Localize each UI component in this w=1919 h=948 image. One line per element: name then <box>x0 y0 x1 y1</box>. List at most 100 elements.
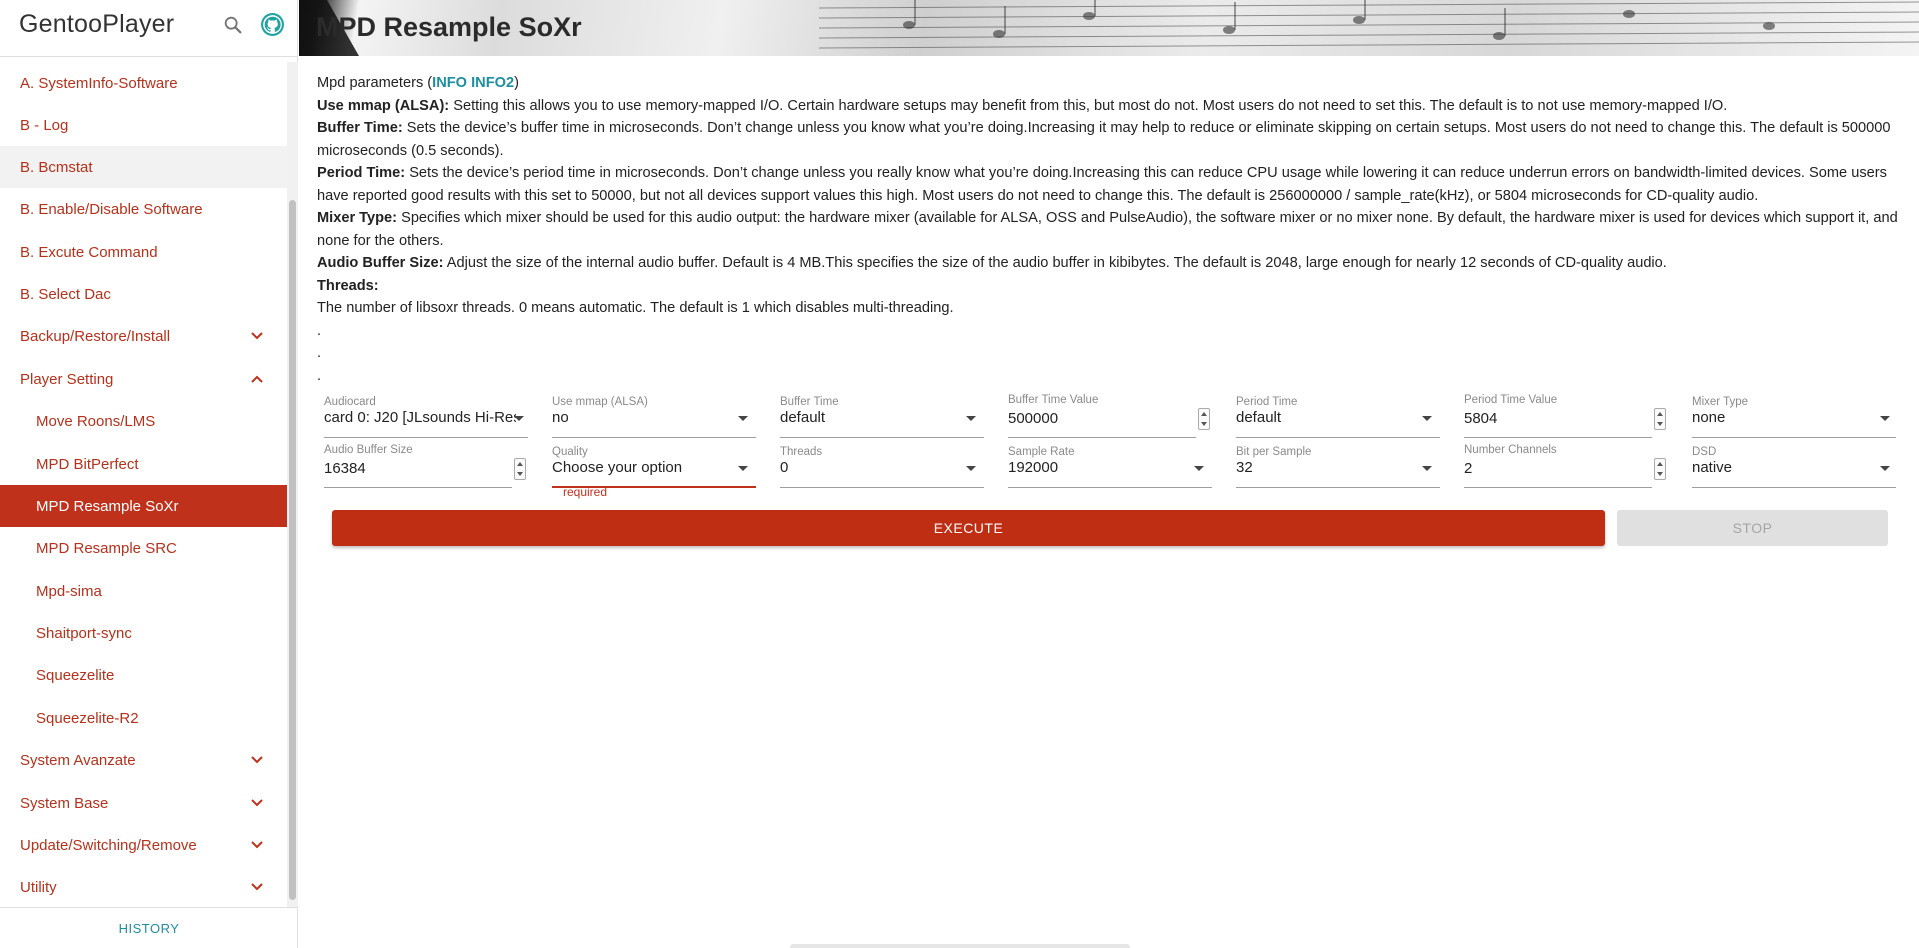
sidebar-item-label: B. Enable/Disable Software <box>20 200 203 218</box>
threads-select[interactable]: Threads 0 <box>780 446 984 488</box>
field-label: Number Channels <box>1464 444 1557 456</box>
divider <box>0 56 298 57</box>
sidebar-item-label: B. Excute Command <box>20 243 158 261</box>
mmap-description: Use mmap (ALSA): Setting this allows you… <box>317 95 1907 118</box>
sidebar-item-excute-command[interactable]: B. Excute Command <box>0 231 287 273</box>
params-prefix: Mpd parameters ( <box>317 75 433 91</box>
sidebar-item-backup-restore-install[interactable]: Backup/Restore/Install <box>0 315 287 357</box>
sidebar-item-mpd-bitperfect[interactable]: MPD BitPerfect <box>0 443 287 485</box>
field-label: Period Time <box>1236 396 1298 408</box>
field-label: Audiocard <box>324 396 376 408</box>
field-value: native <box>1692 459 1733 476</box>
field-underline <box>1464 487 1652 488</box>
execute-button[interactable]: EXECUTE <box>332 510 1605 546</box>
github-icon[interactable] <box>260 12 285 37</box>
history-button[interactable]: HISTORY <box>0 908 298 948</box>
sidebar-item-systeminfo[interactable]: A. SystemInfo-Software <box>0 62 287 104</box>
sidebar-item-squeezelite[interactable]: Squeezelite <box>0 654 287 696</box>
field-label: Buffer Time Value <box>1008 394 1099 406</box>
quality-select[interactable]: Quality Choose your option <box>552 446 756 488</box>
app-title: GentooPlayer <box>19 10 175 38</box>
sidebar-item-label: Player Setting <box>20 370 114 388</box>
search-icon[interactable] <box>222 14 244 36</box>
field-value: 192000 <box>1008 459 1059 476</box>
field-underline <box>780 487 984 488</box>
field-value: 0 <box>780 459 789 476</box>
sidebar-item-player-setting[interactable]: Player Setting <box>0 358 287 400</box>
sidebar-item-mpd-resample-soxr[interactable]: MPD Resample SoXr <box>0 485 287 527</box>
field-value: none <box>1692 409 1726 426</box>
sidebar: GentooPlayer A. SystemInfo-Software B - … <box>0 0 298 948</box>
spacer-dot: . <box>317 367 322 384</box>
info-link[interactable]: INFO <box>432 75 467 91</box>
info2-link[interactable]: INFO2 <box>471 75 514 91</box>
number-stepper[interactable] <box>514 458 526 480</box>
stop-button[interactable]: STOP <box>1617 510 1888 546</box>
dropdown-caret-icon <box>738 416 748 421</box>
sidebar-item-system-base[interactable]: System Base <box>0 782 287 824</box>
sidebar-item-log[interactable]: B - Log <box>0 104 287 146</box>
buffer-label: Buffer Time: <box>317 120 403 136</box>
number-stepper[interactable] <box>1654 408 1666 430</box>
audiocard-select[interactable]: Audiocard card 0: J20 [JLsounds Hi-Res A… <box>324 396 528 438</box>
sidebar-item-label: B. Bcmstat <box>20 158 93 176</box>
sidebar-item-mpd-resample-src[interactable]: MPD Resample SRC <box>0 527 287 569</box>
page-title: MPD Resample SoXr <box>316 12 582 42</box>
sidebar-item-bcmstat[interactable]: B. Bcmstat <box>0 146 287 188</box>
sidebar-item-move-roons-lms[interactable]: Move Roons/LMS <box>0 400 287 442</box>
field-label: DSD <box>1692 446 1717 458</box>
sidebar-item-select-dac[interactable]: B. Select Dac <box>0 273 287 315</box>
chevron-down-icon <box>251 756 263 764</box>
audio-buffer-size-input[interactable]: Audio Buffer Size 16384 <box>324 444 528 488</box>
sample-rate-select[interactable]: Sample Rate 192000 <box>1008 446 1212 488</box>
dropdown-caret-icon <box>1880 416 1890 421</box>
field-value: Choose your option <box>552 459 683 476</box>
buffer-time-select[interactable]: Buffer Time default <box>780 396 984 438</box>
sidebar-item-label: MPD BitPerfect <box>36 455 139 473</box>
audiobuf-label: Audio Buffer Size: <box>317 255 444 271</box>
mixer-type-select[interactable]: Mixer Type none <box>1692 396 1896 438</box>
audiobuf-description: Audio Buffer Size: Adjust the size of th… <box>317 252 1907 275</box>
bit-per-sample-select[interactable]: Bit per Sample 32 <box>1236 446 1440 488</box>
field-underline <box>1692 487 1896 488</box>
period-time-select[interactable]: Period Time default <box>1236 396 1440 438</box>
field-label: Mixer Type <box>1692 396 1749 408</box>
number-channels-input[interactable]: Number Channels 2 <box>1464 444 1668 488</box>
dropdown-caret-icon <box>966 466 976 471</box>
dsd-select[interactable]: DSD native <box>1692 446 1896 488</box>
use-mmap-select[interactable]: Use mmap (ALSA) no <box>552 396 756 438</box>
sidebar-item-shaitport-sync[interactable]: Shaitport-sync <box>0 612 287 654</box>
mixer-description: Mixer Type: Specifies which mixer should… <box>317 207 1907 252</box>
period-time-value-input[interactable]: Period Time Value 5804 <box>1464 394 1668 438</box>
field-underline <box>1008 487 1212 488</box>
quality-error-text: required <box>563 485 608 499</box>
field-underline <box>1236 487 1440 488</box>
sidebar-item-squeezelite-r2[interactable]: Squeezelite-R2 <box>0 697 287 739</box>
buffer-time-value-input[interactable]: Buffer Time Value 500000 <box>1008 394 1212 438</box>
field-underline <box>1692 437 1896 438</box>
field-value: 500000 <box>1008 410 1059 427</box>
audiobuf-text: Adjust the size of the internal audio bu… <box>443 255 1667 271</box>
field-underline <box>324 437 528 438</box>
sidebar-item-enable-disable-software[interactable]: B. Enable/Disable Software <box>0 188 287 230</box>
sidebar-item-label: Squeezelite <box>36 666 115 684</box>
chevron-up-icon <box>251 375 263 383</box>
buffer-description: Buffer Time: Sets the device’s buffer ti… <box>317 117 1907 162</box>
sidebar-scrollbar-thumb[interactable] <box>289 200 296 900</box>
field-label: Use mmap (ALSA) <box>552 396 648 408</box>
sidebar-item-mpd-sima[interactable]: Mpd-sima <box>0 570 287 612</box>
dropdown-caret-icon <box>1422 416 1432 421</box>
dropdown-caret-icon <box>1422 466 1432 471</box>
sidebar-item-system-avanzate[interactable]: System Avanzate <box>0 739 287 781</box>
sidebar-item-utility[interactable]: Utility <box>0 866 287 907</box>
number-stepper[interactable] <box>1654 458 1666 480</box>
sidebar-item-label: Move Roons/LMS <box>36 412 156 430</box>
threads-heading: Threads: <box>317 275 1907 298</box>
dropdown-caret-icon <box>738 466 748 471</box>
mixer-label: Mixer Type: <box>317 210 398 226</box>
number-stepper[interactable] <box>1198 408 1210 430</box>
sidebar-item-label: A. SystemInfo-Software <box>20 74 178 92</box>
sidebar-item-update-switching-remove[interactable]: Update/Switching/Remove <box>0 824 287 866</box>
threads-label: Threads: <box>317 277 379 294</box>
chevron-down-icon <box>251 883 263 891</box>
